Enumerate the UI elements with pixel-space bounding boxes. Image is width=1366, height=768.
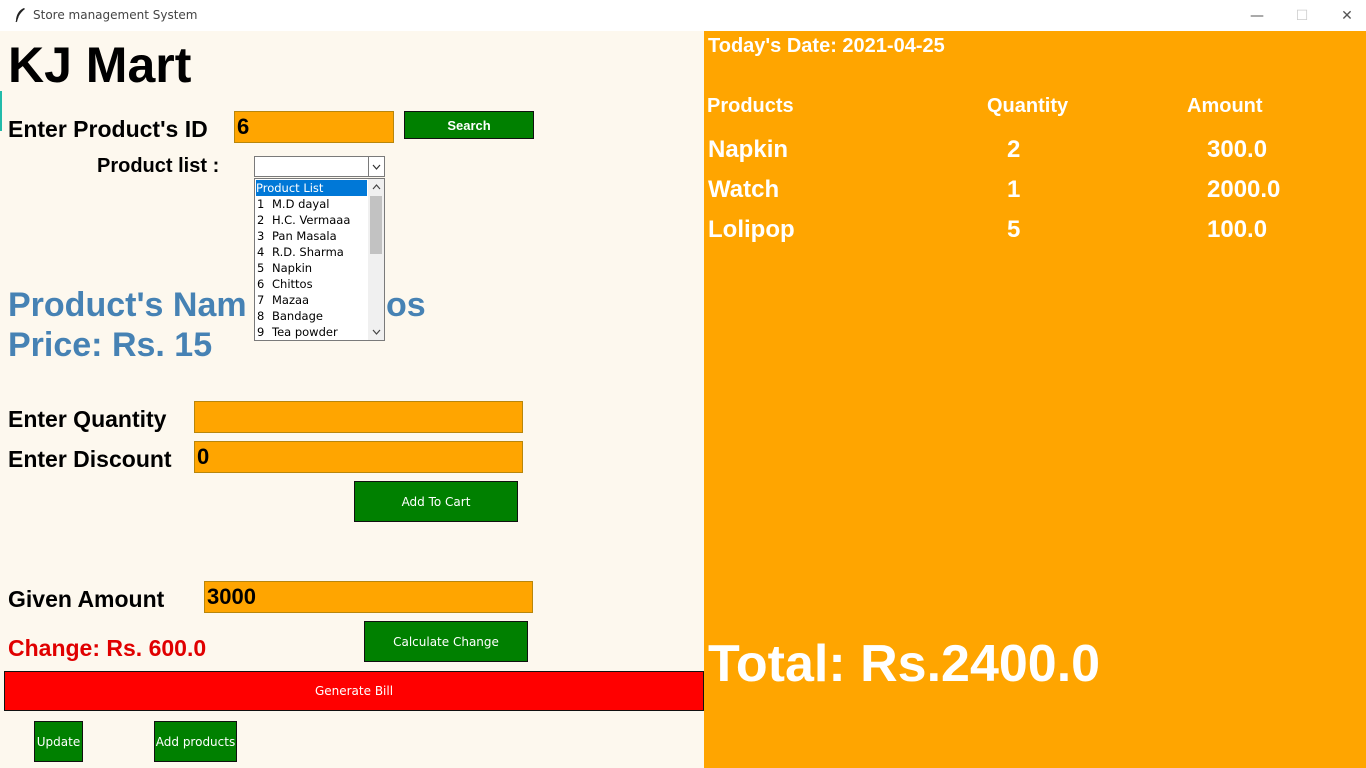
maximize-icon: ☐ (1295, 7, 1309, 24)
todays-date: Today's Date: 2021-04-25 (708, 35, 945, 57)
list-item-number: 4 (257, 245, 265, 259)
list-item[interactable]: 2 H.C. Vermaaa (256, 212, 367, 228)
given-amount-label: Given Amount (8, 586, 165, 612)
list-item[interactable]: 6 Chittos (256, 276, 367, 292)
product-list-label: Product list : (97, 155, 220, 177)
cart-row-amount: 2000.0 (1207, 176, 1281, 203)
calculate-change-button[interactable]: Calculate Change (364, 621, 528, 662)
list-item[interactable]: 4 R.D. Sharma (256, 244, 367, 260)
cart-row-qty: 2 (1007, 136, 1021, 163)
list-item-number: 2 (257, 213, 265, 227)
window-title: Store management System (33, 8, 198, 22)
dropdown-scrollbar[interactable] (368, 179, 384, 340)
chevron-down-icon[interactable] (368, 324, 384, 340)
product-name-tail: os (386, 286, 426, 324)
search-button[interactable]: Search (404, 111, 534, 139)
left-edge (0, 31, 4, 768)
product-price: Price: Rs. 15 (8, 326, 213, 364)
product-list-dropdown: Product List 1 M.D dayal 2 H.C. Vermaaa 3P… (254, 178, 385, 341)
list-item[interactable]: 3 Pan Masala (256, 228, 367, 244)
close-icon: ✕ (1341, 7, 1353, 24)
product-id-input[interactable]: 6 (234, 111, 394, 143)
cart-row-amount: 300.0 (1207, 136, 1268, 163)
cart-row-qty: 5 (1007, 216, 1021, 243)
list-item[interactable]: 8 Bandage (256, 308, 367, 324)
list-item[interactable]: 1 M.D dayal (256, 196, 367, 212)
discount-input[interactable]: 0 (194, 441, 523, 473)
cart-row-amount: 100.0 (1207, 216, 1268, 243)
update-button[interactable]: Update (34, 721, 83, 762)
list-item-number: 9 (257, 325, 265, 339)
add-to-cart-button[interactable]: Add To Cart (354, 481, 518, 522)
list-item-label: Tea powder (272, 325, 338, 339)
list-item-number: 3 (257, 229, 265, 243)
amount-header: Amount (1187, 95, 1263, 117)
scrollbar-thumb[interactable] (370, 196, 382, 254)
quantity-input[interactable] (194, 401, 523, 433)
list-item-number: 6 (257, 277, 265, 291)
discount-label: Enter Discount (8, 446, 172, 472)
generate-bill-button[interactable]: Generate Bill (4, 671, 704, 711)
list-item-label: Bandage (272, 309, 323, 323)
list-item-label: Mazaa (272, 293, 310, 307)
chevron-up-icon[interactable] (368, 179, 384, 195)
products-header: Products (707, 95, 794, 117)
given-amount-input[interactable]: 3000 (204, 581, 533, 613)
feather-icon (15, 8, 25, 23)
list-item-number: 5 (257, 261, 265, 275)
cart-row-qty: 1 (1007, 176, 1021, 203)
quantity-label: Enter Quantity (8, 406, 167, 432)
list-item-number: 7 (257, 293, 265, 307)
title-bar: Store management System — ☐ ✕ (0, 0, 1366, 31)
product-name: Product's Nam (8, 286, 247, 324)
cart-row-product: Watch (708, 176, 780, 203)
list-item-label: Chittos (272, 277, 313, 291)
quantity-header: Quantity (987, 95, 1069, 117)
list-item-number: 1 (257, 197, 265, 211)
cart-row-product: Lolipop (708, 216, 795, 243)
store-name: KJ Mart (8, 37, 192, 93)
chevron-down-icon[interactable] (368, 157, 384, 176)
list-item-label: H.C. Vermaaa (272, 213, 351, 227)
add-products-button[interactable]: Add products (154, 721, 237, 762)
list-item[interactable]: Product List (256, 180, 367, 196)
list-item-label: Product List (256, 181, 324, 195)
product-id-label: Enter Product's ID (8, 116, 208, 142)
list-item[interactable]: 5 Napkin (256, 260, 367, 276)
minimize-icon: — (1250, 7, 1264, 24)
edge-accent (0, 91, 2, 131)
cart-row-product: Napkin (708, 136, 789, 163)
minimize-button[interactable]: — (1234, 0, 1280, 31)
list-item-label: Pan Masala (272, 229, 337, 243)
list-item-label: R.D. Sharma (272, 245, 344, 259)
list-item-label: Napkin (272, 261, 313, 275)
change-text: Change: Rs. 600.0 (8, 635, 207, 661)
cart-total: Total: Rs.2400.0 (708, 635, 1101, 693)
list-item-label: M.D dayal (272, 197, 330, 211)
list-item-number: 8 (257, 309, 265, 323)
maximize-button[interactable]: ☐ (1279, 0, 1325, 31)
close-button[interactable]: ✕ (1324, 0, 1366, 31)
list-item[interactable]: 9 Tea powder (256, 324, 367, 340)
list-item[interactable]: 7 Mazaa (256, 292, 367, 308)
product-list-combobox[interactable] (254, 156, 385, 177)
